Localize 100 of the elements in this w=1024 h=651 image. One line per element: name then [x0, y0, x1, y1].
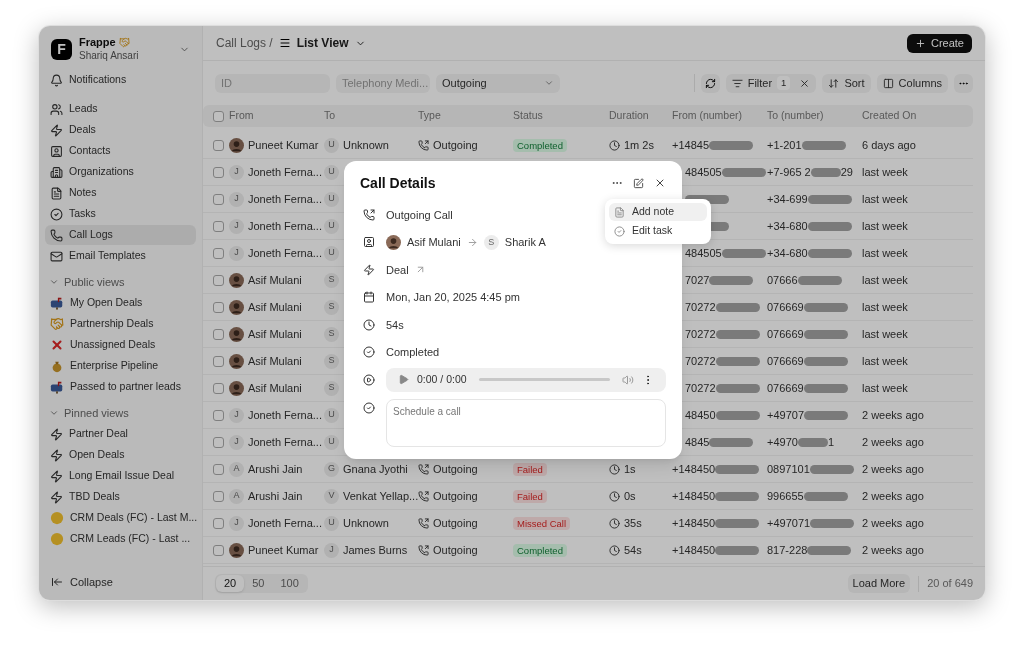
- sidebar-item[interactable]: Notifications: [45, 70, 196, 90]
- row-checkbox[interactable]: [213, 544, 224, 556]
- sidebar-item[interactable]: CRM Deals (FC) - Last M...: [45, 508, 196, 528]
- menu-item[interactable]: Add note: [609, 203, 707, 221]
- sidebar-item[interactable]: Organizations: [45, 162, 196, 182]
- status-badge: Failed: [513, 489, 547, 503]
- edit-icon[interactable]: [633, 177, 644, 189]
- sort-icon: [828, 77, 840, 89]
- row-checkbox[interactable]: [213, 328, 224, 340]
- table-cell-text: +49707: [767, 407, 804, 423]
- sidebar-item[interactable]: CRM Leads (FC) - Last ...: [45, 529, 196, 549]
- redaction-mark: [803, 383, 848, 393]
- column-header[interactable]: Duration: [609, 108, 672, 124]
- sidebar-item[interactable]: My Open Deals: [45, 293, 196, 313]
- page-size-option[interactable]: 20: [216, 575, 245, 592]
- lightning-icon: [50, 448, 63, 462]
- row-checkbox[interactable]: [213, 166, 224, 178]
- table-cell-text: Puneet Kumar: [248, 137, 319, 153]
- table-cell-text: last week: [862, 380, 909, 396]
- deal-link[interactable]: Deal: [386, 261, 409, 278]
- redaction-mark: [715, 329, 760, 339]
- sidebar-item[interactable]: Tasks: [45, 204, 196, 224]
- row-checkbox[interactable]: [213, 220, 224, 232]
- row-checkbox[interactable]: [213, 247, 224, 259]
- create-button[interactable]: Create: [906, 33, 972, 53]
- menu-item[interactable]: Edit task: [609, 222, 707, 240]
- outgoing-call-icon: [418, 544, 429, 556]
- sidebar-item[interactable]: Passed to partner leads: [45, 377, 196, 397]
- sidebar-item[interactable]: Email Templates: [45, 246, 196, 266]
- column-header[interactable]: To (number): [767, 108, 862, 124]
- filter-field[interactable]: ID: [215, 73, 330, 93]
- clock-icon: [609, 544, 620, 556]
- row-checkbox[interactable]: [213, 517, 224, 529]
- caller-name: Asif Mulani: [407, 235, 461, 250]
- refresh-button[interactable]: [700, 73, 720, 93]
- column-header[interactable]: Created On: [862, 108, 973, 124]
- audio-player[interactable]: 0:00 / 0:00: [386, 367, 666, 392]
- sidebar-item[interactable]: Partner Deal: [45, 424, 196, 444]
- sidebar-item[interactable]: Deals: [45, 120, 196, 140]
- note-icon: [50, 186, 63, 200]
- avatar: [229, 137, 244, 153]
- page-size-option[interactable]: 100: [272, 575, 307, 592]
- status-badge: Completed: [513, 543, 567, 557]
- column-header[interactable]: From (number): [672, 108, 767, 124]
- row-checkbox[interactable]: [213, 301, 224, 313]
- redaction-mark: [807, 194, 852, 204]
- audio-progress[interactable]: [478, 378, 610, 382]
- table-cell-text: Joneth Ferna...: [248, 191, 322, 207]
- filter-button[interactable]: Filter 1: [725, 73, 817, 93]
- filter-select[interactable]: Outgoing: [436, 73, 560, 93]
- table-cell-text: 70272: [685, 299, 716, 315]
- sidebar-item[interactable]: Unassigned Deals: [45, 335, 196, 355]
- sort-button[interactable]: Sort: [822, 73, 871, 93]
- row-checkbox[interactable]: [213, 436, 224, 448]
- sidebar-item[interactable]: Partnership Deals: [45, 314, 196, 334]
- column-header[interactable]: Status: [513, 108, 609, 124]
- sidebar-item[interactable]: Notes: [45, 183, 196, 203]
- row-checkbox[interactable]: [213, 193, 224, 205]
- avatar: S: [324, 299, 339, 315]
- row-checkbox[interactable]: [213, 463, 224, 475]
- close-icon[interactable]: [654, 177, 666, 189]
- filter-icon: [731, 77, 743, 89]
- call-detail-text: Mon, Jan 20, 2025 4:45 pm: [386, 290, 520, 305]
- row-checkbox[interactable]: [213, 274, 224, 286]
- page-size-option[interactable]: 50: [244, 575, 273, 592]
- sidebar-item[interactable]: Enterprise Pipeline: [45, 356, 196, 376]
- section-toggle[interactable]: Public views: [45, 272, 196, 292]
- sidebar-item[interactable]: Long Email Issue Deal: [45, 466, 196, 486]
- row-checkbox[interactable]: [213, 139, 224, 151]
- sidebar-item[interactable]: Call Logs: [45, 225, 196, 245]
- table-cell-text: last week: [862, 326, 909, 342]
- row-checkbox[interactable]: [213, 382, 224, 394]
- select-all-checkbox[interactable]: [213, 110, 224, 122]
- table-cell-text: Unknown: [343, 137, 389, 153]
- collapse-button[interactable]: Collapse: [45, 572, 196, 592]
- load-more-button[interactable]: Load More: [847, 574, 911, 593]
- view-switcher[interactable]: List View: [296, 34, 366, 52]
- column-header[interactable]: To: [324, 108, 418, 124]
- more-button[interactable]: [954, 73, 973, 93]
- note-input-field[interactable]: Schedule a call: [386, 398, 666, 447]
- row-checkbox[interactable]: [213, 490, 224, 502]
- clear-icon[interactable]: [799, 77, 811, 89]
- table-cell-text: Asif Mulani: [248, 380, 302, 396]
- status-badge: Completed: [513, 138, 567, 152]
- row-checkbox[interactable]: [213, 355, 224, 367]
- volume-icon[interactable]: [622, 373, 634, 386]
- play-icon[interactable]: [398, 374, 409, 386]
- outgoing-call-icon: [418, 490, 429, 502]
- sidebar-item[interactable]: Contacts: [45, 141, 196, 161]
- sidebar-item[interactable]: Leads: [45, 99, 196, 119]
- redaction-mark: [801, 140, 846, 150]
- breadcrumb-link[interactable]: Call Logs /: [216, 34, 273, 52]
- column-header[interactable]: From: [229, 108, 324, 124]
- sidebar-item[interactable]: Open Deals: [45, 445, 196, 465]
- lightning-icon: [363, 263, 375, 276]
- columns-button[interactable]: Columns: [876, 73, 948, 93]
- column-header[interactable]: Type: [418, 108, 513, 124]
- section-toggle[interactable]: Pinned views: [45, 403, 196, 423]
- sidebar-item[interactable]: TBD Deals: [45, 487, 196, 507]
- row-checkbox[interactable]: [213, 409, 224, 421]
